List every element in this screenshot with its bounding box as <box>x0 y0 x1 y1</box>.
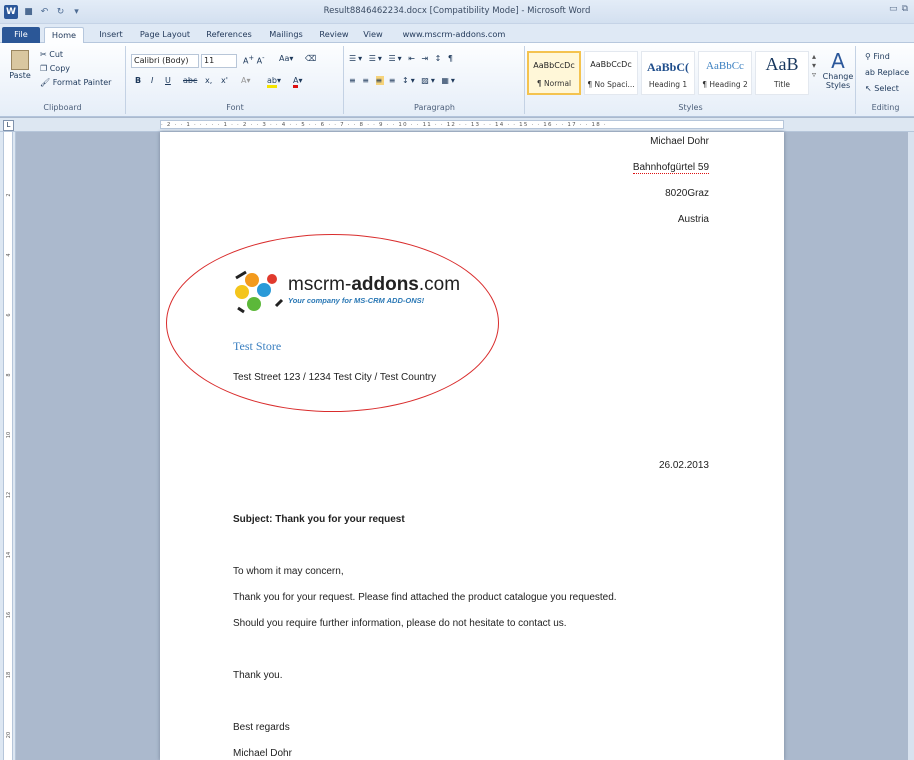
copy-icon: ❐ <box>40 64 48 73</box>
paste-button[interactable]: Paste <box>6 50 34 80</box>
cut-button[interactable]: ✂ Cut <box>40 50 63 59</box>
paragraph-group: ☰▾ ☰▾ ☰▾ ⇤ ⇥ ↕ ¶ ≡ ≡ ≡ ≡ ↕▾ ▨▾ ▦▾ Paragr… <box>345 46 525 114</box>
minimize-icon[interactable]: ▭ <box>889 4 898 14</box>
annotation-ellipse <box>166 234 499 412</box>
style-heading-1[interactable]: AaBbC( Heading 1 <box>641 51 695 95</box>
letter-thanks: Thank you. <box>233 670 283 681</box>
logo-tagline: Your company for MS-CRM ADD-ONS! <box>288 296 425 305</box>
paste-icon <box>11 50 29 70</box>
editing-group: ⚲ Find ab Replace ↖ Select Editing <box>857 46 914 114</box>
style-heading-2[interactable]: AaBbCc ¶ Heading 2 <box>698 51 752 95</box>
tab-home[interactable]: Home <box>44 27 84 43</box>
window-title: Result8846462234.docx [Compatibility Mod… <box>323 6 591 16</box>
strikethrough-button[interactable]: abc <box>183 76 197 85</box>
sender-street: Bahnhofgürtel 59 <box>632 162 709 174</box>
font-label: Font <box>226 103 244 112</box>
font-color-icon[interactable]: A▾ <box>293 76 303 88</box>
company-logo: mscrm-addons.com Your company for MS-CRM… <box>232 270 462 318</box>
styles-scroll-icon[interactable]: ▴ ▾ ▿ <box>812 52 816 79</box>
tab-references[interactable]: References <box>200 27 258 43</box>
superscript-button[interactable]: x' <box>221 76 228 85</box>
change-styles-icon: A <box>831 49 845 73</box>
replace-icon: ab <box>865 68 875 77</box>
styles-group: AaBbCcDc ¶ Normal AaBbCcDc ¶ No Spaci...… <box>526 46 856 114</box>
tab-insert[interactable]: Insert <box>94 27 128 43</box>
tab-page-layout[interactable]: Page Layout <box>134 27 196 43</box>
font-size-select[interactable]: 11 <box>201 54 237 68</box>
letter-signature: Michael Dohr <box>233 748 292 759</box>
logo-balls-icon <box>235 270 284 314</box>
style-normal[interactable]: AaBbCcDc ¶ Normal <box>527 51 581 95</box>
restore-icon[interactable]: ⧉ <box>902 4 908 14</box>
letter-date: 26.02.2013 <box>658 460 709 471</box>
cursor-icon: ↖ <box>865 84 872 93</box>
highlight-icon[interactable]: ab▾ <box>267 76 281 88</box>
ribbon: Paste ✂ Cut ❐ Copy 🖌 Format Painter Clip… <box>0 43 914 117</box>
copy-button[interactable]: ❐ Copy <box>40 64 70 73</box>
tab-view[interactable]: View <box>358 27 388 43</box>
tab-addons[interactable]: www.mscrm-addons.com <box>394 27 514 43</box>
styles-label: Styles <box>678 103 703 112</box>
change-case-icon[interactable]: Aa▾ <box>279 54 293 63</box>
ribbon-tabs: File Home Insert Page Layout References … <box>0 24 914 43</box>
clipboard-label: Clipboard <box>43 103 82 112</box>
vertical-ruler[interactable]: 2 4 6 8 10 12 14 16 18 20 <box>0 132 16 760</box>
logo-wordmark: mscrm-addons.com <box>288 274 461 295</box>
binoculars-icon: ⚲ <box>865 52 871 61</box>
letter-body-2: Should you require further information, … <box>233 618 567 629</box>
vertical-scrollbar[interactable] <box>908 132 914 760</box>
clipboard-group: Paste ✂ Cut ❐ Copy 🖌 Format Painter Clip… <box>0 46 126 114</box>
brush-icon: 🖌 <box>40 78 51 87</box>
font-name-select[interactable]: Calibri (Body) <box>131 54 199 68</box>
sender-country: Austria <box>677 214 709 225</box>
tab-file[interactable]: File <box>2 27 40 43</box>
cut-icon: ✂ <box>40 50 47 59</box>
style-no-spacing[interactable]: AaBbCcDc ¶ No Spaci... <box>584 51 638 95</box>
document-page[interactable]: Michael Dohr Bahnhofgürtel 59 8020Graz A… <box>160 132 784 760</box>
style-title[interactable]: AaB Title <box>755 51 809 95</box>
find-button[interactable]: ⚲ Find <box>865 52 890 61</box>
sender-city: 8020Graz <box>665 188 709 199</box>
sender-name: Michael Dohr <box>650 136 709 147</box>
subscript-button[interactable]: x, <box>205 76 212 85</box>
select-button[interactable]: ↖ Select <box>865 84 899 93</box>
underline-button[interactable]: U <box>165 76 171 85</box>
horizontal-ruler[interactable]: · 2 · · 1 · · · · · 1 · · 2 · · 3 · · 4 … <box>0 118 914 132</box>
tab-review[interactable]: Review <box>314 27 354 43</box>
letter-closing: Best regards <box>233 722 290 733</box>
recipient-company: Test Store <box>233 339 282 353</box>
list-icons[interactable]: ☰▾ ☰▾ ☰▾ ⇤ ⇥ ↕ ¶ <box>349 54 455 63</box>
paragraph-label: Paragraph <box>414 103 455 112</box>
tab-selector-icon[interactable]: L <box>3 120 14 131</box>
title-bar: W ■ ↶ ↻ ▾ Result8846462234.docx [Compati… <box>0 0 914 24</box>
editing-label: Editing <box>871 103 900 112</box>
letter-greeting: To whom it may concern, <box>233 566 344 577</box>
letter-body-1: Thank you for your request. Please find … <box>233 592 617 603</box>
letter-subject: Subject: Thank you for your request <box>233 514 405 525</box>
change-styles-button[interactable]: A Change Styles <box>822 50 854 90</box>
font-group: Calibri (Body) 11 A+ A- Aa▾ ⌫ B I U abc … <box>127 46 344 114</box>
format-painter-button[interactable]: 🖌 Format Painter <box>40 78 111 87</box>
bold-button[interactable]: B <box>135 76 141 85</box>
grow-font-icon[interactable]: A+ A- <box>243 54 264 66</box>
align-icons[interactable]: ≡ ≡ ≡ ≡ ↕▾ ▨▾ ▦▾ <box>349 76 457 85</box>
tab-mailings[interactable]: Mailings <box>263 27 309 43</box>
text-effects-icon[interactable]: A▾ <box>241 76 251 85</box>
replace-button[interactable]: ab Replace <box>865 68 909 77</box>
italic-button[interactable]: I <box>151 76 153 85</box>
recipient-address: Test Street 123 / 1234 Test City / Test … <box>233 372 437 383</box>
clear-format-icon[interactable]: ⌫ <box>305 54 316 63</box>
